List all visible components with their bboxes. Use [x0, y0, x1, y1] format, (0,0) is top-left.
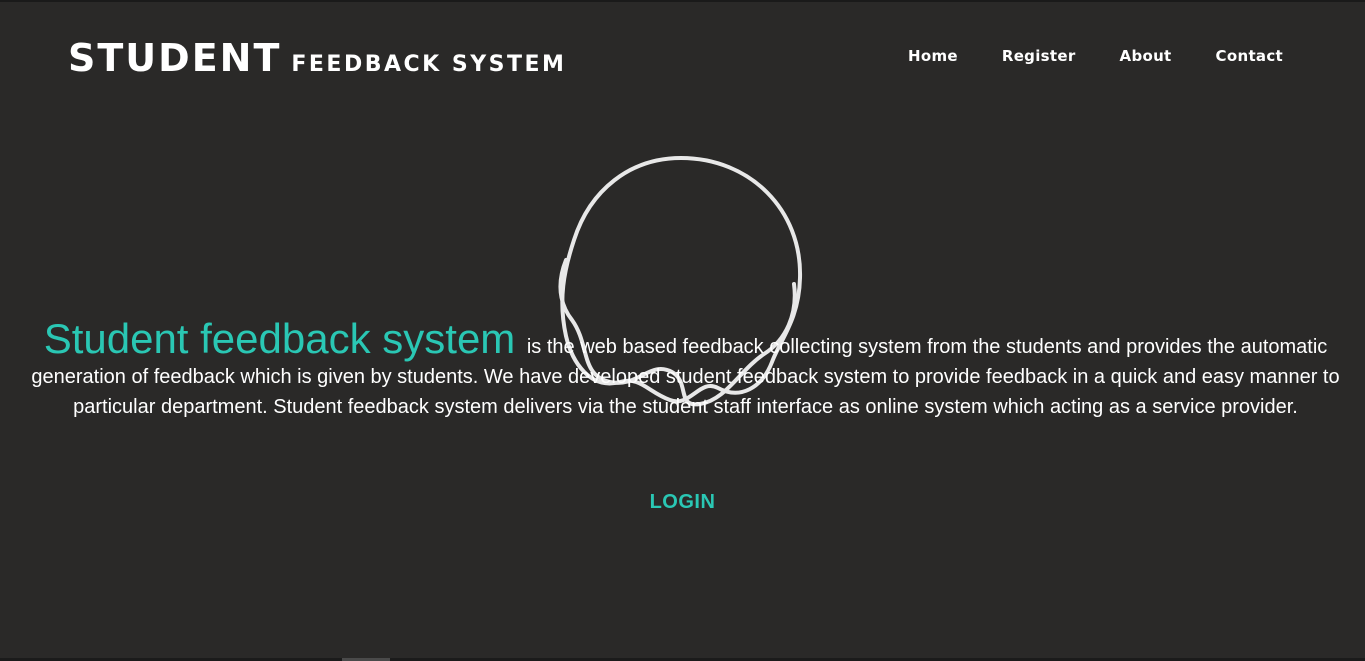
brand-logo[interactable]: STUDENT FEEDBACK SYSTEM	[68, 36, 566, 80]
nav-home-link[interactable]: Home	[908, 47, 958, 65]
brand-main-text: STUDENT	[68, 36, 282, 80]
brand-sub-text: FEEDBACK SYSTEM	[291, 52, 567, 77]
login-link-container: LOGIN	[0, 491, 1365, 514]
login-link[interactable]: LOGIN	[650, 491, 716, 513]
nav-register-link[interactable]: Register	[1002, 47, 1076, 65]
nav-contact-link[interactable]: Contact	[1216, 47, 1283, 65]
hero-title: Student feedback system	[43, 315, 516, 362]
main-nav: Home Register About Contact	[908, 47, 1283, 65]
nav-about-link[interactable]: About	[1120, 47, 1172, 65]
hero-section: Student feedback system is the web based…	[10, 318, 1361, 422]
page: STUDENT FEEDBACK SYSTEM Home Register Abo…	[0, 0, 1365, 661]
